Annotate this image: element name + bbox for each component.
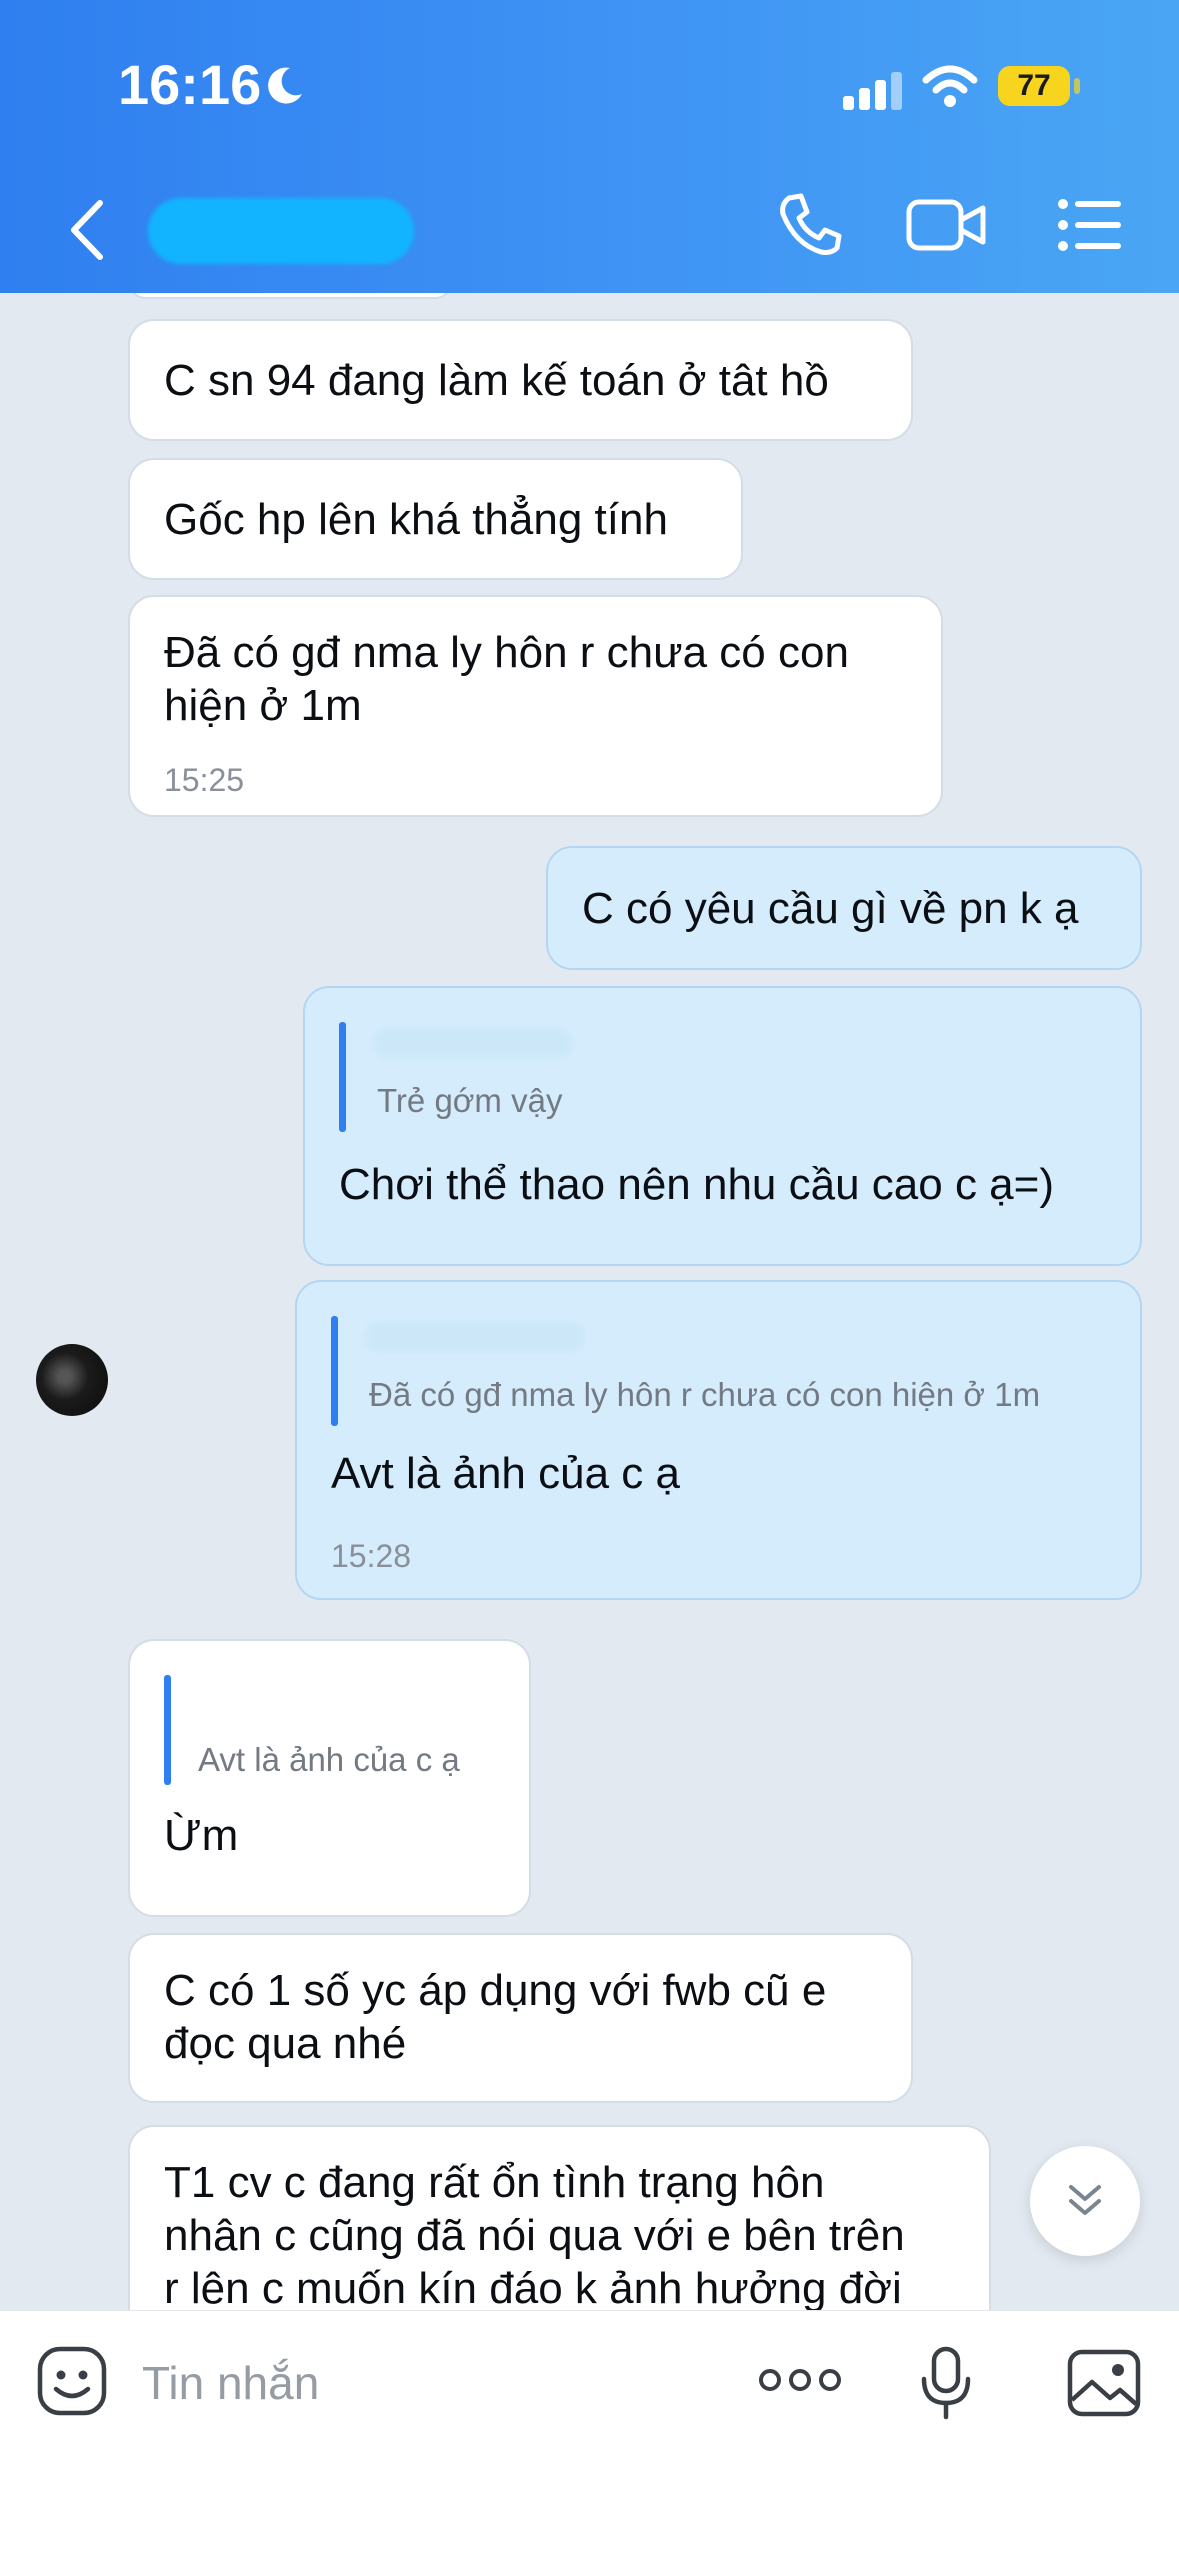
video-camera-icon[interactable]: [905, 190, 989, 260]
message-text: Avt là ảnh của c ạ: [331, 1449, 680, 1498]
emoji-sticker-icon[interactable]: [36, 2345, 108, 2417]
battery-icon: 77: [998, 66, 1070, 106]
quote-bar: [164, 1675, 171, 1785]
signal-icon: [843, 72, 902, 110]
message-bubble[interactable]: C có yêu cầu gì về pn k ạ: [546, 846, 1142, 970]
message-text: C có 1 số yc áp dụng với fwb cũ e: [164, 1966, 827, 2015]
message-text: r lên c muốn kín đáo k ảnh hưởng đời: [164, 2264, 902, 2310]
message-text: Gốc hp lên khá thẳng tính: [164, 495, 668, 544]
message-text: đọc qua nhé: [164, 2019, 407, 2068]
quote-author-redacted: [365, 1322, 585, 1352]
quote-author-redacted: [373, 1028, 573, 1058]
quote-bar: [331, 1316, 338, 1426]
quote-text: Trẻ gớm vậy: [377, 1082, 563, 1119]
message-input[interactable]: [142, 2352, 702, 2414]
message-bubble[interactable]: C có 1 số yc áp dụng với fwb cũ e đọc qu…: [128, 1933, 913, 2103]
message-bubble[interactable]: Đã có gđ nma ly hôn r chưa có con hiện ở…: [128, 595, 943, 817]
quote-text: Đã có gđ nma ly hôn r chưa có con hiện ở…: [369, 1376, 1041, 1413]
moon-icon: [268, 67, 302, 104]
message-time: 15:28: [331, 1538, 412, 1574]
message-text: nhân c cũng đã nói qua với e bên trên: [164, 2211, 905, 2260]
status-time: 16:16: [118, 53, 262, 116]
message-bubble[interactable]: Avt là ảnh của c ạ Ừm: [128, 1639, 531, 1917]
message-text: T1 cv c đang rất ổn tình trạng hôn: [164, 2158, 825, 2207]
image-gallery-icon[interactable]: [1066, 2348, 1142, 2418]
message-bubble[interactable]: C sn 94 đang làm kế toán ở tât hồ: [128, 319, 913, 441]
battery-level: 77: [1017, 69, 1051, 102]
battery-tip: [1074, 78, 1080, 94]
phone-icon[interactable]: [775, 190, 845, 260]
message-time: 15:25: [164, 762, 245, 798]
double-chevron-down-icon: [1069, 2185, 1101, 2215]
wifi-icon: [922, 65, 978, 107]
message-bubble[interactable]: Trẻ gớm vậy Chơi thể thao nên nhu cầu ca…: [303, 986, 1142, 1266]
list-menu-icon[interactable]: [1055, 190, 1125, 260]
message-bubble[interactable]: Gốc hp lên khá thẳng tính: [128, 458, 743, 580]
message-text: C sn 94 đang làm kế toán ở tât hồ: [164, 356, 829, 405]
message-bubble-partial[interactable]: [128, 293, 453, 299]
message-text: Ừm: [164, 1811, 239, 1860]
more-options-icon[interactable]: [758, 2362, 842, 2398]
message-list[interactable]: C sn 94 đang làm kế toán ở tât hồ Gốc hp…: [0, 293, 1179, 2310]
message-text: C có yêu cầu gì về pn k ạ: [582, 884, 1079, 933]
chevron-left-icon[interactable]: [62, 195, 112, 265]
contact-name-redacted[interactable]: [148, 198, 414, 264]
quote-bar: [339, 1022, 346, 1132]
message-text: Đã có gđ nma ly hôn r chưa có con: [164, 628, 849, 677]
microphone-icon[interactable]: [918, 2345, 974, 2421]
composer-bar: [0, 2310, 1179, 2556]
message-text: hiện ở 1m: [164, 681, 362, 730]
message-text: Chơi thể thao nên nhu cầu cao c ạ=): [339, 1160, 1054, 1209]
quote-text: Avt là ảnh của c ạ: [198, 1741, 460, 1778]
chat-header: 16:16 77: [0, 0, 1179, 293]
message-bubble[interactable]: Đã có gđ nma ly hôn r chưa có con hiện ở…: [295, 1280, 1142, 1600]
message-bubble[interactable]: T1 cv c đang rất ổn tình trạng hôn nhân …: [128, 2125, 991, 2310]
scroll-to-bottom-button[interactable]: [1030, 2146, 1140, 2256]
avatar[interactable]: [36, 1344, 108, 1416]
